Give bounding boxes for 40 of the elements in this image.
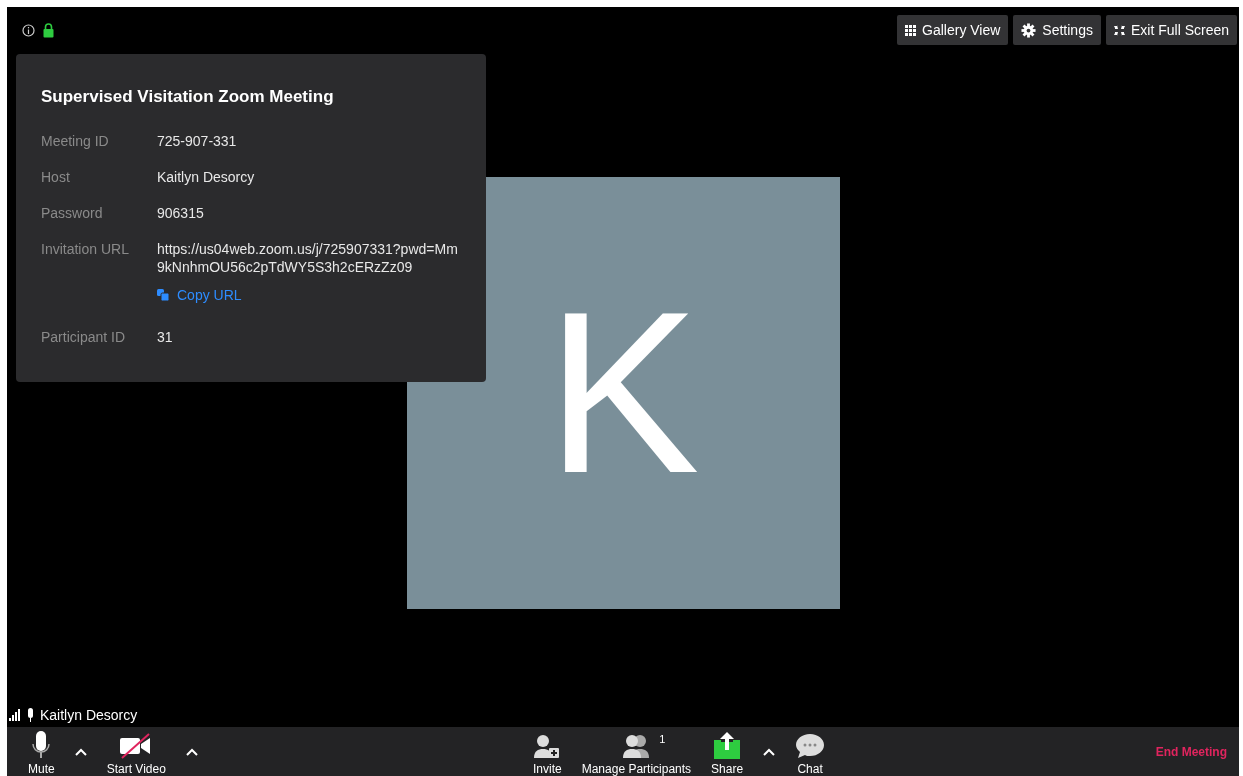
signal-icon [9,709,21,721]
copy-icon [157,289,169,301]
toolbar-button[interactable]: Share [701,727,754,776]
info-value: 31 [157,328,173,346]
add-person-icon [534,735,561,759]
share-icon [713,731,742,759]
caret-icon [74,747,87,756]
toolbar-button[interactable]: 1 Manage Participants [571,727,702,776]
settings-icon [1021,22,1037,38]
toolbar-button[interactable]: Start Video [96,727,176,776]
toolbar-button[interactable]: Mute [7,727,65,776]
toolbar-button[interactable]: Exit Full Screen [1105,15,1237,45]
participant-count: 1 [659,733,666,745]
toolbar-button[interactable]: Settings [1013,15,1101,45]
info-value: 725-907-331 [157,132,237,150]
info-value: Kaitlyn Desorcy [157,168,255,186]
participant-name: Kaitlyn Desorcy [40,707,138,723]
chat-bubble-icon [795,733,826,759]
grid-icon [905,24,917,36]
microphone-icon [27,708,34,722]
toolbar-button[interactable]: Gallery View [897,15,1009,45]
info-label: Participant ID [41,328,127,346]
people-icon [621,735,652,759]
info-icon[interactable] [22,24,35,37]
info-value: https://us04web.zoom.us/j/725907331?pwd=Mm9kNnhmOU56c2pTdWY5S3h2cERzZz09 [157,240,459,276]
info-label: Meeting ID [41,132,110,150]
toolbar-button[interactable]: Invite [512,727,572,776]
copy-url-link[interactable]: Copy URL [157,286,242,304]
microphone-icon [32,731,51,759]
info-value: 906315 [157,204,204,222]
exit-fullscreen-icon [1113,24,1125,36]
caret-icon [185,747,198,756]
avatar-initial: K [546,278,700,508]
toolbar-button[interactable]: Chat [785,727,836,776]
caret-icon [763,747,776,756]
lock-icon[interactable] [43,23,54,38]
info-label: Password [41,204,104,222]
info-label: Invitation URL [41,240,130,258]
info-label: Host [41,168,71,186]
meeting-title: Supervised Visitation Zoom Meeting [41,87,335,107]
